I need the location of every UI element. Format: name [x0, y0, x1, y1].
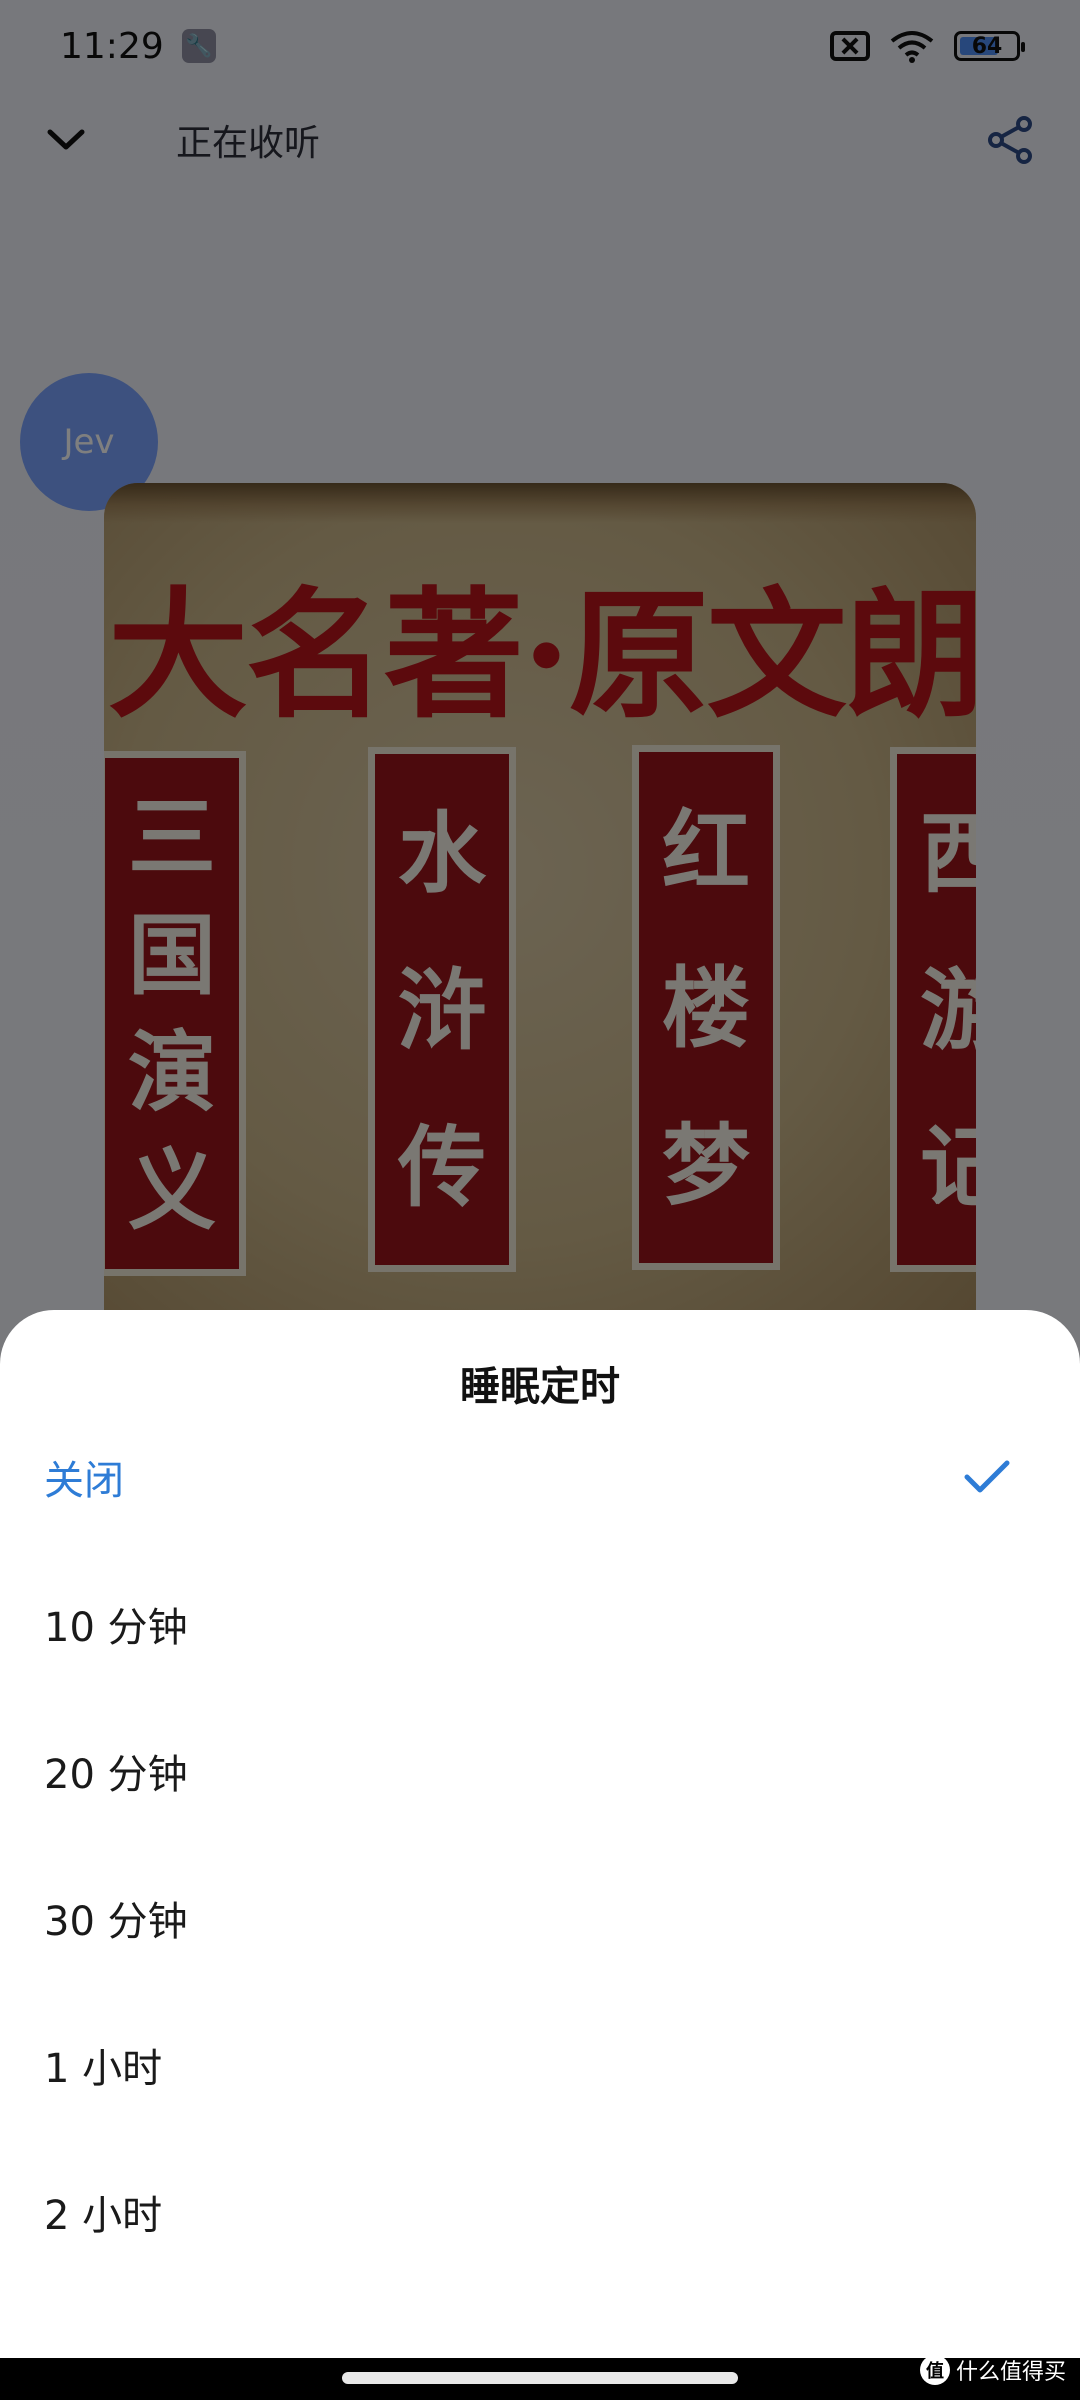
option-label: 10 分钟 — [44, 1604, 188, 1651]
timer-option-30min[interactable]: 30 分钟 — [0, 1844, 1080, 1991]
system-nav-bar — [0, 2358, 1080, 2400]
option-label: 20 分钟 — [44, 1751, 188, 1798]
option-label: 关闭 — [44, 1457, 124, 1504]
timer-option-10min[interactable]: 10 分钟 — [0, 1550, 1080, 1697]
watermark: 值 什么值得买 — [919, 2354, 1066, 2386]
home-indicator[interactable] — [342, 2372, 738, 2384]
watermark-text: 什么值得买 — [955, 2360, 1066, 2385]
timer-option-off[interactable]: 关闭 — [0, 1403, 1080, 1550]
option-label: 2 小时 — [44, 2192, 163, 2239]
timer-option-2hour[interactable]: 2 小时 — [0, 2138, 1080, 2285]
watermark-logo: 值 — [919, 2355, 950, 2385]
option-label: 1 小时 — [44, 2045, 163, 2092]
timer-option-1hour[interactable]: 1 小时 — [0, 1991, 1080, 2138]
sleep-timer-sheet: 睡眠定时 关闭 10 分钟 20 分钟 30 分钟 1 小时 2 小时 — [0, 1310, 1080, 2358]
option-label: 30 分钟 — [44, 1898, 188, 1945]
check-icon — [964, 1460, 1010, 1494]
timer-option-20min[interactable]: 20 分钟 — [0, 1697, 1080, 1844]
